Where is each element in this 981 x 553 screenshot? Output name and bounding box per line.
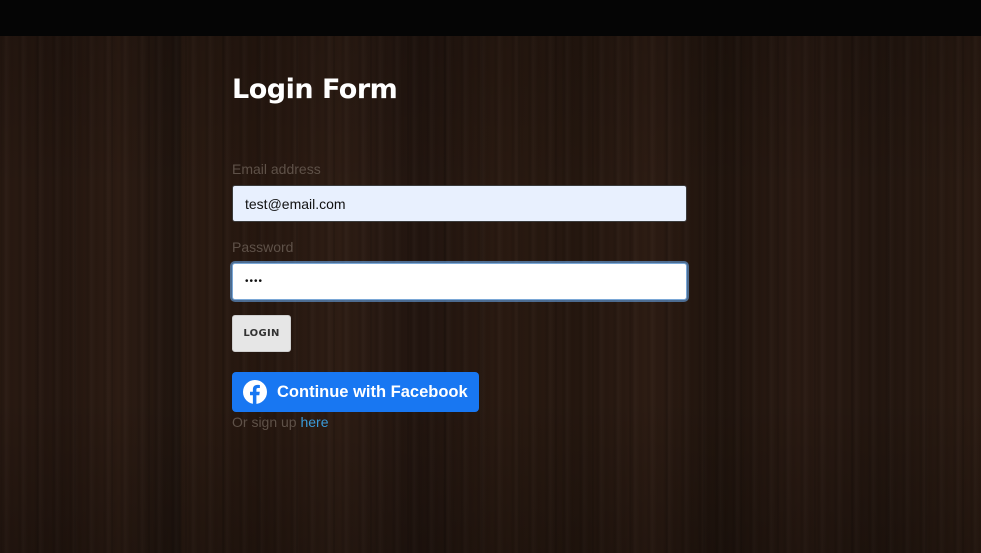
facebook-login-button[interactable]: Continue with Facebook	[232, 372, 479, 412]
facebook-icon	[243, 380, 267, 404]
signup-text: Or sign up here	[232, 414, 329, 430]
facebook-button-label: Continue with Facebook	[277, 382, 468, 401]
login-button[interactable]: LOGIN	[232, 315, 291, 352]
email-label: Email address	[232, 161, 321, 177]
page-title: Login Form	[232, 74, 398, 105]
top-bar	[0, 0, 981, 36]
password-label: Password	[232, 239, 294, 255]
email-field[interactable]	[232, 185, 687, 222]
signup-prefix: Or sign up	[232, 414, 301, 430]
password-field[interactable]	[232, 263, 687, 300]
signup-link[interactable]: here	[300, 414, 328, 430]
